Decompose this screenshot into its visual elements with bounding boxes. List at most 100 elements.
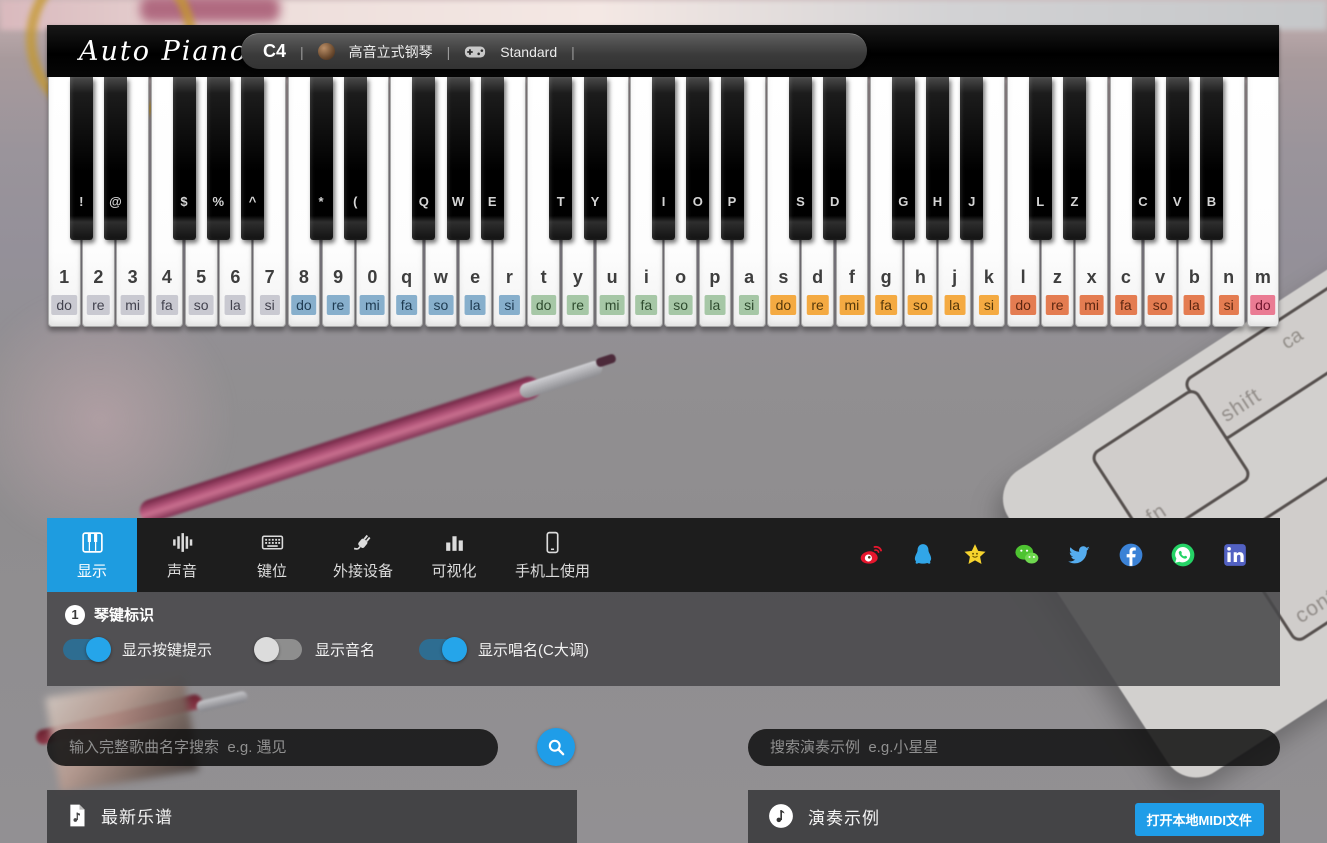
black-key[interactable]: I <box>652 77 675 240</box>
white-key-label: f <box>837 267 868 288</box>
white-key-label: 6 <box>220 267 251 288</box>
white-key-label: 0 <box>357 267 388 288</box>
black-key[interactable]: Q <box>412 77 435 240</box>
weibo-icon[interactable] <box>858 542 884 568</box>
black-key[interactable]: B <box>1200 77 1223 240</box>
background-pen2-nib <box>195 690 248 712</box>
white-key-label: a <box>734 267 765 288</box>
black-key[interactable]: % <box>207 77 230 240</box>
current-note-label: C4 <box>263 41 286 62</box>
black-key[interactable]: Z <box>1063 77 1086 240</box>
wechat-icon[interactable] <box>1014 542 1040 568</box>
black-key[interactable]: ( <box>344 77 367 240</box>
black-key[interactable]: @ <box>104 77 127 240</box>
black-key[interactable]: ! <box>70 77 93 240</box>
toggle-group: 显示按键提示 <box>63 639 212 660</box>
app-header: Auto Piano C4 | 高音立式钢琴 | Standard | <box>47 25 1279 77</box>
white-key-solfege: do <box>531 295 557 315</box>
black-key-label: H <box>926 194 949 209</box>
black-key[interactable]: H <box>926 77 949 240</box>
white-key-solfege: re <box>806 295 828 315</box>
qq-icon[interactable] <box>910 542 936 568</box>
white-key-label: 7 <box>254 267 285 288</box>
twitter-icon[interactable] <box>1066 542 1092 568</box>
tab-bar: 显示 声音 键位 外接设备 可视化 手机上使用 <box>47 518 1280 592</box>
white-key-label: y <box>563 267 594 288</box>
black-key[interactable]: S <box>789 77 812 240</box>
black-key-label: Q <box>412 194 435 209</box>
black-key[interactable]: E <box>481 77 504 240</box>
toggle-switch-3[interactable] <box>419 639 465 660</box>
white-key-solfege: si <box>1219 295 1239 315</box>
play-demos-header: 演奏示例 打开本地MIDI文件 <box>748 790 1280 842</box>
demo-search-input[interactable] <box>748 729 1280 766</box>
search-button[interactable] <box>537 728 575 766</box>
toggle-group: 显示唱名(C大调) <box>419 639 589 660</box>
black-key-label: T <box>549 194 572 209</box>
black-key[interactable]: ^ <box>241 77 264 240</box>
tab-3[interactable]: 键位 <box>227 518 317 592</box>
toggle-knob <box>442 637 467 662</box>
black-key[interactable]: W <box>447 77 470 240</box>
white-key-solfege: re <box>1046 295 1068 315</box>
tab-2[interactable]: 声音 <box>137 518 227 592</box>
black-key-label: B <box>1200 194 1223 209</box>
white-key[interactable]: m do <box>1247 77 1280 327</box>
white-key-solfege: do <box>1250 295 1276 315</box>
white-key-label: p <box>700 267 731 288</box>
song-search-input[interactable] <box>47 729 498 766</box>
plug-icon <box>350 529 376 555</box>
white-key-label: 3 <box>117 267 148 288</box>
black-key[interactable]: Y <box>584 77 607 240</box>
tab-5[interactable]: 可视化 <box>409 518 499 592</box>
black-key-label: ( <box>344 194 367 209</box>
white-key-solfege: mi <box>1079 295 1104 315</box>
white-key-solfege: la <box>704 295 725 315</box>
white-key-solfege: mi <box>600 295 625 315</box>
white-key-solfege: la <box>465 295 486 315</box>
qzone-icon[interactable] <box>962 542 988 568</box>
tab-bar-tabs: 显示 声音 键位 外接设备 可视化 手机上使用 <box>47 518 606 592</box>
white-key-solfege: re <box>567 295 589 315</box>
tab-1[interactable]: 显示 <box>47 518 137 592</box>
section-number-badge: 1 <box>65 605 85 625</box>
black-key[interactable]: D <box>823 77 846 240</box>
keymap-mode[interactable]: Standard <box>500 44 557 60</box>
tab-6[interactable]: 手机上使用 <box>499 518 606 592</box>
black-key[interactable]: V <box>1166 77 1189 240</box>
black-key[interactable]: T <box>549 77 572 240</box>
black-key[interactable]: O <box>686 77 709 240</box>
search-icon <box>546 737 567 758</box>
white-key-solfege: fa <box>875 295 897 315</box>
whatsapp-icon[interactable] <box>1170 542 1196 568</box>
black-key[interactable]: L <box>1029 77 1052 240</box>
black-key[interactable]: $ <box>173 77 196 240</box>
app-logo: Auto Piano <box>79 36 248 67</box>
white-key-solfege: si <box>499 295 519 315</box>
instrument-icon <box>318 43 335 60</box>
white-key-solfege: do <box>771 295 797 315</box>
black-key[interactable]: C <box>1132 77 1155 240</box>
toggle-switch-1[interactable] <box>63 639 109 660</box>
white-key-solfege: do <box>291 295 317 315</box>
black-key[interactable]: G <box>892 77 915 240</box>
black-key[interactable]: J <box>960 77 983 240</box>
black-key[interactable]: * <box>310 77 333 240</box>
toggle-knob <box>254 637 279 662</box>
white-key-label: g <box>871 267 902 288</box>
tab-4[interactable]: 外接设备 <box>317 518 409 592</box>
linkedin-icon[interactable] <box>1222 542 1248 568</box>
black-key-label: ! <box>70 194 93 209</box>
white-key-solfege: fa <box>636 295 658 315</box>
gamepad-icon <box>464 45 486 59</box>
instrument-name[interactable]: 高音立式钢琴 <box>349 42 433 62</box>
black-key-label: S <box>789 194 812 209</box>
black-key-label: % <box>207 194 230 209</box>
black-key[interactable]: P <box>721 77 744 240</box>
black-key-label: W <box>447 194 470 209</box>
facebook-icon[interactable] <box>1118 542 1144 568</box>
toggle-label: 显示唱名(C大调) <box>478 639 589 660</box>
toggle-switch-2[interactable] <box>256 639 302 660</box>
open-midi-button[interactable]: 打开本地MIDI文件 <box>1135 803 1264 836</box>
play-demos-panel: 演奏示例 打开本地MIDI文件 <box>748 790 1280 843</box>
